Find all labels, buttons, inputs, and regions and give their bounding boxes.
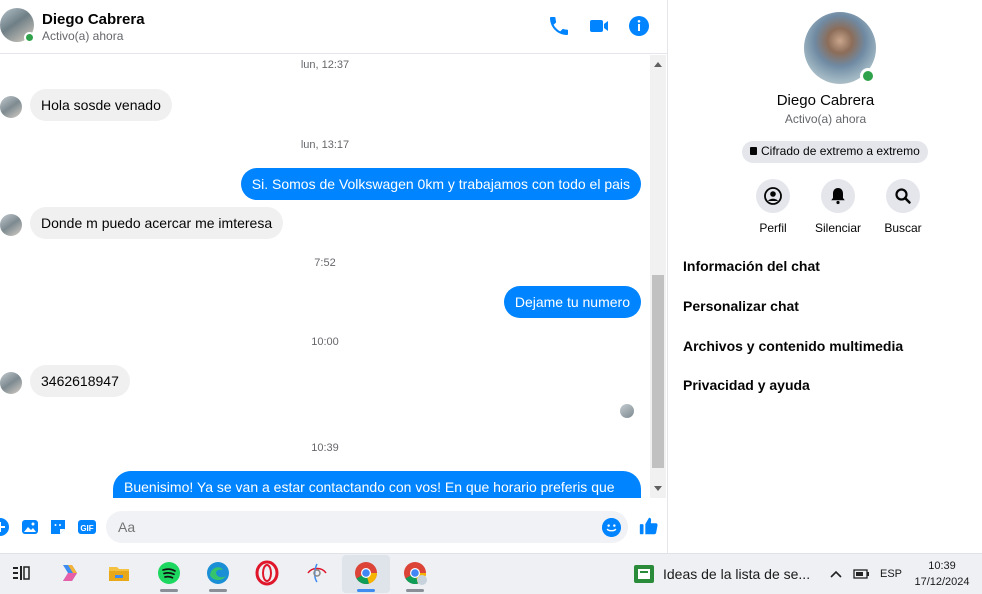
mute-button[interactable]: Silenciar (803, 179, 873, 235)
menu-customize-chat[interactable]: Personalizar chat (683, 298, 799, 314)
message-avatar (0, 372, 22, 394)
battery-icon[interactable] (852, 566, 870, 582)
message-avatar (0, 96, 22, 118)
clock-date: 17/12/2024 (914, 576, 970, 588)
timestamp: lun, 13:17 (300, 139, 350, 151)
chat-header: Diego Cabrera Activo(a) ahora (0, 0, 667, 54)
chrome-icon[interactable] (353, 560, 379, 586)
message-list[interactable]: lun, 12:37 Hola sosde venado lun, 13:17 … (0, 55, 650, 498)
spotify-running-indicator (160, 589, 178, 592)
copilot-icon[interactable] (57, 560, 83, 586)
emoji-icon[interactable] (602, 518, 621, 537)
chevron-up-icon[interactable] (829, 568, 843, 580)
encryption-badge[interactable]: Cifrado de extremo a extremo (742, 141, 928, 163)
messenger-window: Diego Cabrera Activo(a) ahora lun, 12:37… (0, 0, 982, 594)
message-input[interactable] (106, 511, 628, 543)
online-indicator (860, 68, 876, 84)
spotify-icon[interactable] (156, 560, 182, 586)
menu-media-files[interactable]: Archivos y contenido multimedia (683, 338, 903, 354)
message-avatar (0, 214, 22, 236)
scroll-up-arrow[interactable] (654, 62, 662, 67)
task-view-icon[interactable] (8, 560, 34, 586)
notification-app-icon[interactable] (633, 564, 655, 584)
timestamp: 10:39 (311, 442, 339, 454)
app-icon[interactable] (304, 560, 330, 586)
opera-icon[interactable] (254, 560, 280, 586)
outgoing-message[interactable]: Si. Somos de Volkswagen 0km y trabajamos… (240, 168, 641, 200)
sticker-icon[interactable] (48, 517, 68, 537)
bell-icon (831, 188, 845, 205)
menu-chat-info[interactable]: Información del chat (683, 258, 820, 274)
chrome-profile-icon[interactable] (402, 560, 428, 586)
scroll-down-arrow[interactable] (654, 486, 662, 491)
timestamp: 7:52 (314, 257, 336, 269)
image-icon[interactable] (20, 517, 40, 537)
menu-privacy-support[interactable]: Privacidad y ayuda (683, 377, 810, 393)
profile-label: Perfil (759, 221, 787, 235)
profile-icon (764, 187, 782, 205)
chrome-profile-running-indicator (406, 589, 424, 592)
mute-label: Silenciar (814, 221, 862, 235)
contact-status: Activo(a) ahora (42, 29, 124, 43)
gif-icon[interactable]: GIF (77, 517, 97, 537)
incoming-message[interactable]: 3462618947 (30, 365, 130, 397)
phone-icon[interactable] (547, 14, 571, 38)
timestamp: 10:00 (311, 336, 339, 348)
seen-avatar (620, 404, 634, 418)
chat-info-panel: Diego Cabrera Activo(a) ahora Cifrado de… (667, 0, 982, 553)
composer: GIF (0, 500, 667, 553)
lock-icon (750, 147, 757, 155)
file-explorer-icon[interactable] (106, 560, 132, 586)
profile-name: Diego Cabrera (776, 92, 875, 109)
chrome-running-indicator (357, 589, 375, 592)
search-label: Buscar (884, 221, 922, 235)
taskbar: Ideas de la lista de se... ESP 10:39 17/… (0, 553, 982, 594)
video-icon[interactable] (587, 14, 611, 38)
message-scrollbar[interactable] (650, 55, 666, 498)
profile-button[interactable]: Perfil (738, 179, 808, 235)
contact-name[interactable]: Diego Cabrera (42, 11, 145, 28)
like-icon[interactable] (638, 515, 660, 537)
scroll-thumb[interactable] (652, 275, 664, 468)
info-icon[interactable] (627, 14, 651, 38)
gif-label: GIF (80, 524, 93, 533)
outgoing-message[interactable]: Buenisimo! Ya se van a estar contactando… (113, 471, 641, 498)
incoming-message[interactable]: Donde m puedo acercar me imteresa (30, 207, 284, 239)
clock-time: 10:39 (928, 560, 956, 572)
outgoing-message[interactable]: Dejame tu numero (503, 286, 641, 318)
language-indicator[interactable]: ESP (880, 568, 902, 580)
chat-pane: Diego Cabrera Activo(a) ahora lun, 12:37… (0, 0, 667, 553)
notification-text[interactable]: Ideas de la lista de se... (663, 566, 810, 582)
edge-running-indicator (209, 589, 227, 592)
plus-icon[interactable] (0, 517, 10, 537)
edge-icon[interactable] (205, 560, 231, 586)
clock[interactable]: 10:39 17/12/2024 (912, 558, 972, 590)
online-indicator (24, 32, 35, 43)
timestamp: lun, 12:37 (300, 59, 350, 71)
encryption-label: Cifrado de extremo a extremo (761, 144, 920, 158)
search-button[interactable]: Buscar (868, 179, 938, 235)
incoming-message[interactable]: Hola sosde venado (30, 89, 172, 121)
profile-status: Activo(a) ahora (784, 112, 867, 126)
search-icon (895, 188, 911, 204)
